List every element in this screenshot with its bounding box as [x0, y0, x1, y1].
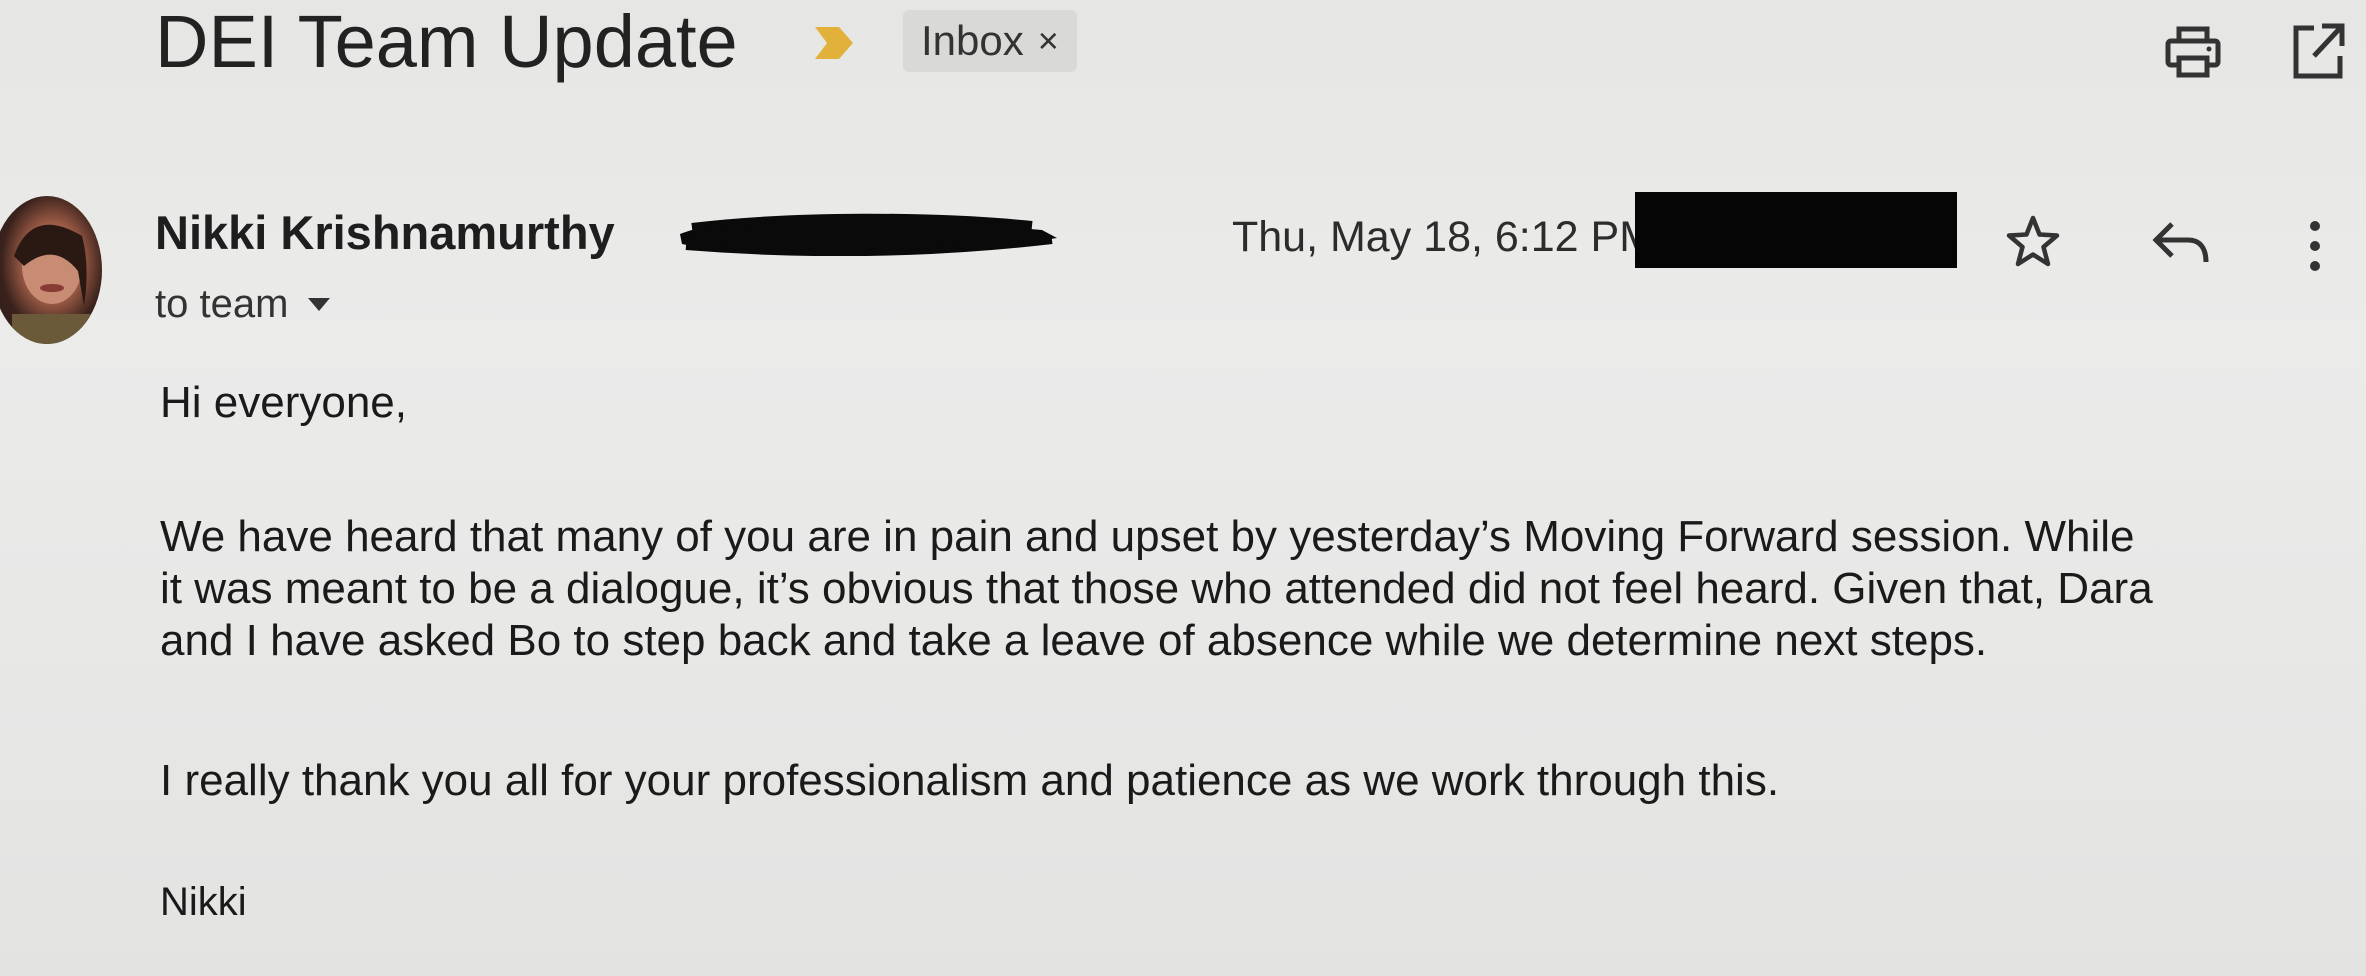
redacted-block [1635, 192, 1957, 268]
dropdown-caret-icon[interactable] [308, 297, 331, 312]
email-signature: Nikki [160, 880, 247, 924]
importance-marker-icon[interactable] [815, 27, 853, 59]
email-greeting: Hi everyone, [160, 378, 408, 427]
inbox-label-text: Inbox [921, 17, 1024, 64]
open-new-window-icon[interactable] [2290, 22, 2346, 82]
star-icon[interactable] [2005, 214, 2061, 268]
email-date: Thu, May 18, 6:12 PM [1232, 213, 1656, 261]
paragraph-1-line: and I have asked Bo to step back and tak… [160, 616, 1988, 665]
paragraph-1-line: We have heard that many of you are in pa… [160, 512, 2135, 561]
sender-name[interactable]: Nikki Krishnamurthy [155, 205, 615, 260]
recipient-details[interactable]: to team [155, 282, 331, 327]
more-vert-icon[interactable] [2305, 218, 2325, 274]
reply-icon[interactable] [2150, 218, 2210, 268]
redacted-email-scribble [680, 213, 1057, 256]
email-paragraph-1: We have heard that many of you are in pa… [160, 511, 2153, 667]
paragraph-1-line: it was meant to be a dialogue, it’s obvi… [160, 564, 2153, 613]
print-icon[interactable] [2165, 26, 2221, 78]
sender-avatar[interactable] [0, 196, 102, 344]
email-paragraph-2: I really thank you all for your professi… [160, 756, 1780, 805]
email-subject: DEI Team Update [155, 0, 738, 83]
remove-label-icon[interactable]: × [1038, 20, 1059, 62]
recipient-text: to team [155, 282, 289, 326]
inbox-label-chip[interactable]: Inbox × [903, 10, 1077, 72]
